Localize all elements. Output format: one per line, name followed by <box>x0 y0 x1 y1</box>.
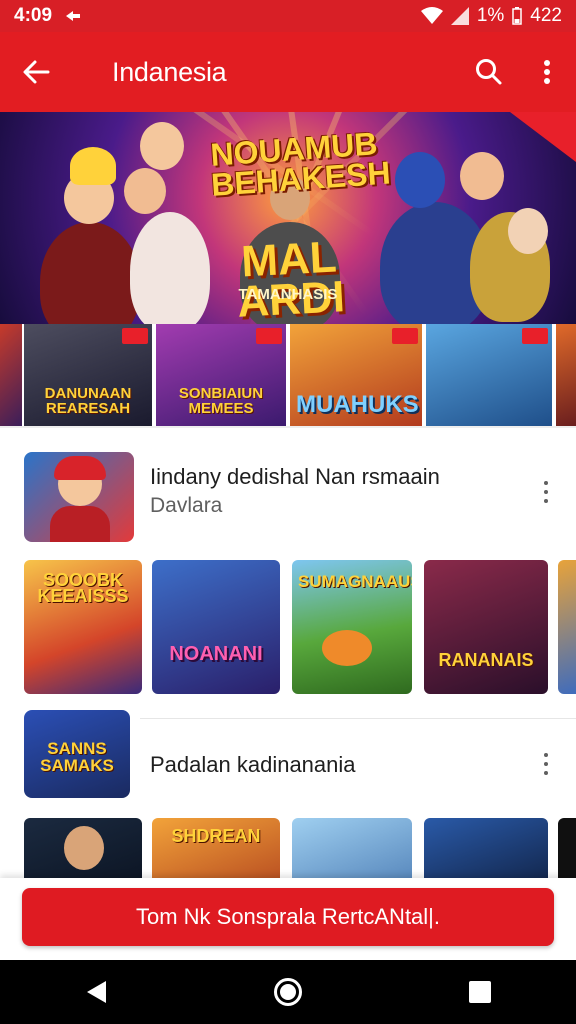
nav-recents-button[interactable] <box>440 960 520 1024</box>
battery-icon <box>512 7 523 25</box>
section-thumbnail[interactable] <box>24 452 134 542</box>
game-card-title: SHDREAN <box>171 826 261 846</box>
more-vert-icon <box>544 753 548 757</box>
back-arrow-icon <box>23 60 50 84</box>
section-more-button[interactable] <box>530 744 562 784</box>
battery-level: 422 <box>530 5 562 26</box>
battery-percent: 1% <box>476 5 505 26</box>
hero-title-main: MAL ARDI <box>236 232 347 324</box>
section-more-button[interactable] <box>530 472 562 512</box>
section-thumb-title: SANNS SAMAKS <box>40 739 114 775</box>
game-card[interactable] <box>424 818 548 878</box>
search-button[interactable] <box>460 32 518 112</box>
section-heading: Iindany dedishal Nan rsmaain <box>150 464 440 489</box>
cta-bar: Tom Nk Sonsprala RertcANtal|. <box>0 878 576 960</box>
more-options-button[interactable] <box>518 32 576 112</box>
strip-tile-title: SONBIAIUN MEMEES <box>178 385 264 417</box>
game-card[interactable] <box>558 560 576 694</box>
game-card[interactable]: NOANANI <box>152 560 280 694</box>
nav-home-button[interactable] <box>248 960 328 1024</box>
game-card-row: SHDREAN <box>0 818 576 878</box>
back-button[interactable] <box>0 32 72 112</box>
featured-strip: DANUNAAN REARESAH SONBIAIUN MEMEES MUAHU… <box>0 324 576 426</box>
page-title: Indanesia <box>112 56 227 87</box>
system-nav-bar <box>0 960 576 1024</box>
status-bar: 4:09 1% 422 <box>0 0 576 32</box>
more-vert-icon <box>544 60 550 84</box>
strip-tile-5[interactable] <box>556 324 576 426</box>
hero-title-top: NOUAMUB BEHAKESH <box>209 125 392 203</box>
game-card-title: SUMAGNAAUS <box>298 572 412 591</box>
section-featured: Iindany dedishal Nan rsmaain Davlara SOO… <box>0 428 576 718</box>
more-vert-icon <box>544 481 548 485</box>
hero-subtitle: TAMANHASIS <box>238 286 338 303</box>
cast-icon <box>64 9 82 23</box>
status-icons: 1% 422 <box>420 5 562 27</box>
game-card-title: NOANANI <box>169 643 263 665</box>
hero-corner-tag <box>510 112 576 162</box>
game-card[interactable] <box>558 818 576 878</box>
game-card[interactable] <box>292 818 412 878</box>
strip-tile-0[interactable] <box>0 324 22 426</box>
search-icon <box>476 59 502 85</box>
strip-tile-3[interactable]: MUAHUKS <box>290 324 422 426</box>
game-card[interactable]: SOOOBK KEEAISSS <box>24 560 142 694</box>
game-card[interactable]: SUMAGNAAUS <box>292 560 412 694</box>
strip-tile-1[interactable]: DANUNAAN REARESAH <box>24 324 152 426</box>
section-thumbnail[interactable]: SANNS SAMAKS <box>24 710 130 798</box>
game-card[interactable]: SHDREAN <box>152 818 280 878</box>
strip-tile-2[interactable]: SONBIAIUN MEMEES <box>156 324 286 426</box>
app-bar: Indanesia <box>0 32 576 112</box>
game-card-title: SOOOBK KEEAISSS <box>37 570 129 606</box>
game-card-title: RANANAIS <box>438 650 534 670</box>
section-subheading: Davlara <box>150 494 223 517</box>
hero-banner[interactable]: NOUAMUB BEHAKESH MAL ARDI TAMANHASIS <box>0 112 576 324</box>
nav-back-button[interactable] <box>56 960 136 1024</box>
signal-icon <box>450 7 469 25</box>
triangle-back-icon <box>87 981 106 1003</box>
square-recents-icon <box>469 981 491 1003</box>
strip-tile-4[interactable] <box>426 324 552 426</box>
game-card[interactable] <box>24 818 142 878</box>
wifi-icon <box>420 7 443 25</box>
game-card[interactable]: RANANAIS <box>424 560 548 694</box>
status-time: 4:09 <box>14 5 53 26</box>
section-second: SANNS SAMAKS Padalan kadinanania SHDREAN <box>0 708 576 878</box>
game-card-row: SOOOBK KEEAISSS NOANANI SUMAGNAAUS RANAN… <box>0 560 576 694</box>
strip-tile-title: DANUNAAN REARESAH <box>44 385 132 417</box>
cta-button[interactable]: Tom Nk Sonsprala RertcANtal|. <box>22 888 554 946</box>
section-heading: Padalan kadinanania <box>150 752 356 777</box>
circle-home-icon <box>274 978 302 1006</box>
strip-tile-title: MUAHUKS <box>296 391 419 418</box>
